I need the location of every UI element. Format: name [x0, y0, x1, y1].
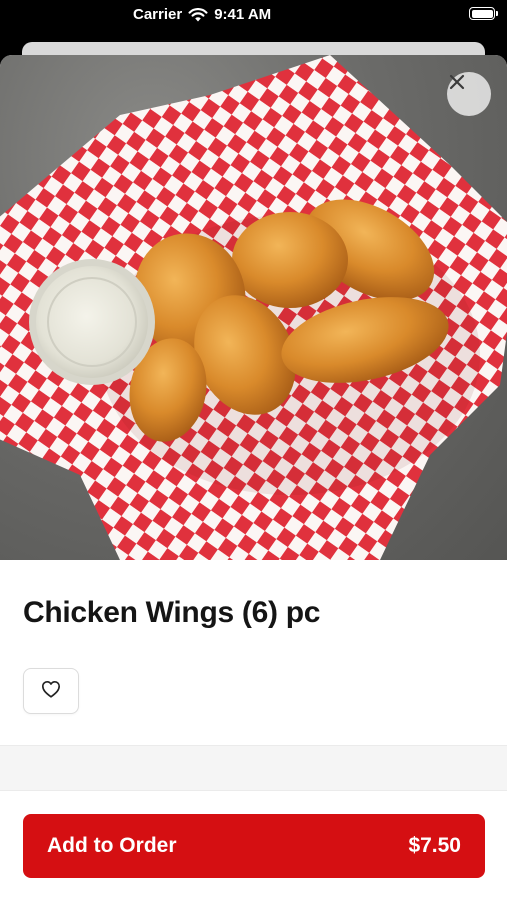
product-sheet: Chicken Wings (6) pc Add to Order $7.50	[0, 55, 507, 900]
app-screen: Carrier 9:41 AM Chicken Wings (6) pc Add…	[0, 0, 507, 900]
heart-outline-icon	[41, 680, 61, 703]
battery-level	[471, 9, 493, 18]
favorite-button[interactable]	[23, 668, 79, 714]
status-bar: Carrier 9:41 AM	[0, 0, 507, 34]
wifi-icon	[188, 7, 208, 22]
close-button[interactable]	[447, 72, 491, 116]
order-price: $7.50	[408, 834, 461, 857]
status-info: Carrier 9:41 AM	[133, 6, 271, 23]
carrier-label: Carrier	[133, 6, 183, 23]
product-title: Chicken Wings (6) pc	[23, 596, 321, 629]
battery-icon	[469, 7, 498, 20]
add-to-order-button[interactable]: Add to Order $7.50	[23, 814, 485, 878]
add-to-order-label: Add to Order	[47, 834, 177, 857]
product-image	[0, 55, 507, 560]
clock: 9:41 AM	[214, 6, 272, 23]
section-divider	[0, 745, 507, 791]
